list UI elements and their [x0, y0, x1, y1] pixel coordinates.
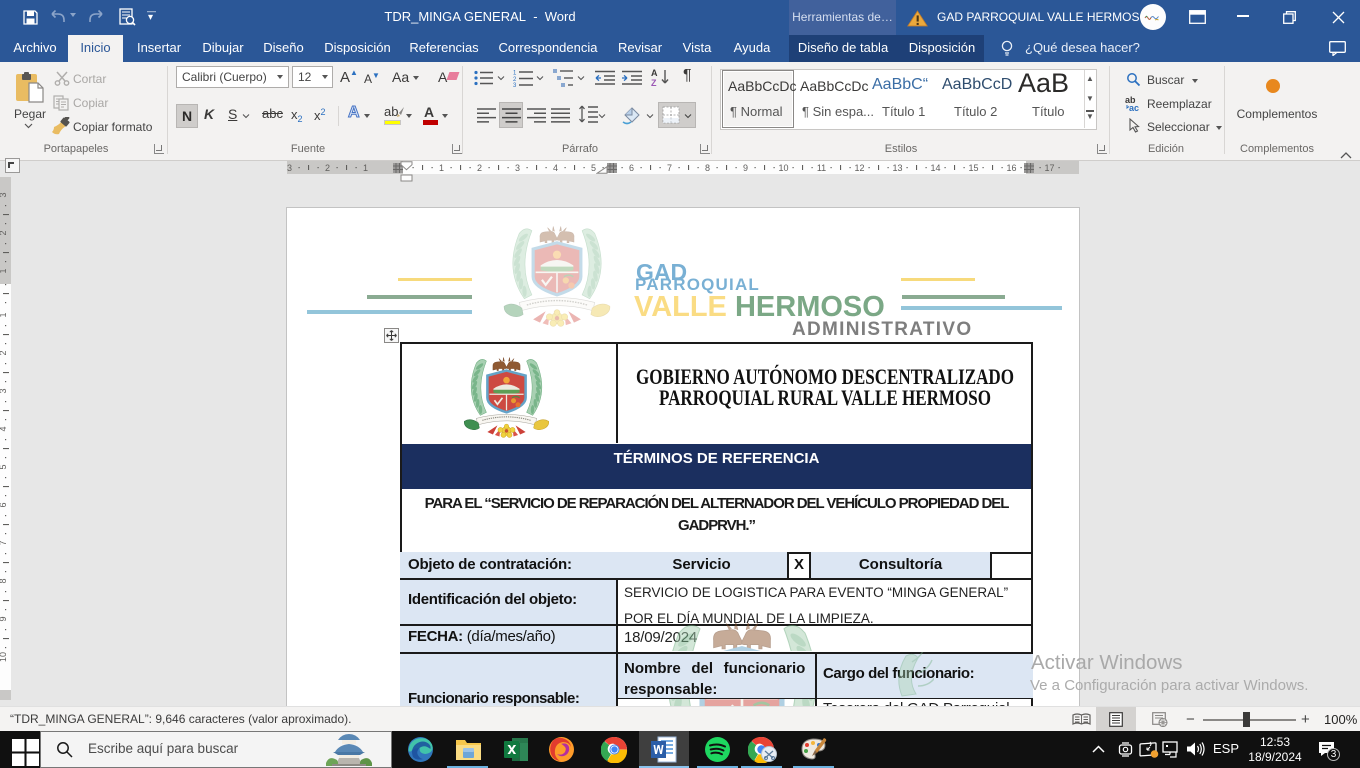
svg-text:1: 1 — [0, 312, 8, 317]
svg-text:15: 15 — [968, 163, 978, 173]
svg-text:11: 11 — [817, 163, 826, 173]
svg-text:4: 4 — [553, 163, 558, 173]
svg-text:1: 1 — [0, 268, 8, 273]
svg-text:1: 1 — [439, 163, 444, 173]
svg-text:2: 2 — [325, 163, 330, 173]
svg-text:5: 5 — [0, 464, 8, 469]
svg-text:4: 4 — [0, 426, 8, 431]
svg-text:10: 10 — [0, 652, 8, 662]
svg-text:1: 1 — [513, 71, 517, 77]
svg-text:6: 6 — [629, 163, 634, 173]
svg-text:1: 1 — [363, 163, 368, 173]
svg-text:3: 3 — [287, 163, 292, 173]
svg-text:12: 12 — [854, 163, 864, 173]
svg-text:14: 14 — [930, 163, 940, 173]
svg-text:A: A — [651, 68, 658, 78]
svg-text:2: 2 — [477, 163, 482, 173]
svg-text:7: 7 — [0, 540, 8, 545]
svg-text:2: 2 — [0, 230, 8, 235]
svg-text:9: 9 — [0, 616, 8, 621]
svg-text:3: 3 — [513, 83, 517, 87]
svg-text:2: 2 — [0, 350, 8, 355]
svg-text:7: 7 — [667, 163, 672, 173]
svg-text:10: 10 — [778, 163, 788, 173]
svg-text:8: 8 — [0, 578, 8, 583]
svg-text:9: 9 — [743, 163, 748, 173]
svg-text:6: 6 — [0, 502, 8, 507]
svg-text:3: 3 — [515, 163, 520, 173]
svg-text:3: 3 — [0, 388, 8, 393]
svg-text:17: 17 — [1044, 163, 1054, 173]
svg-text:3: 3 — [0, 192, 8, 197]
svg-text:Z: Z — [651, 78, 657, 87]
svg-text:8: 8 — [705, 163, 710, 173]
svg-text:ac: ac — [1129, 103, 1139, 111]
svg-text:16: 16 — [1006, 163, 1016, 173]
svg-text:13: 13 — [892, 163, 902, 173]
